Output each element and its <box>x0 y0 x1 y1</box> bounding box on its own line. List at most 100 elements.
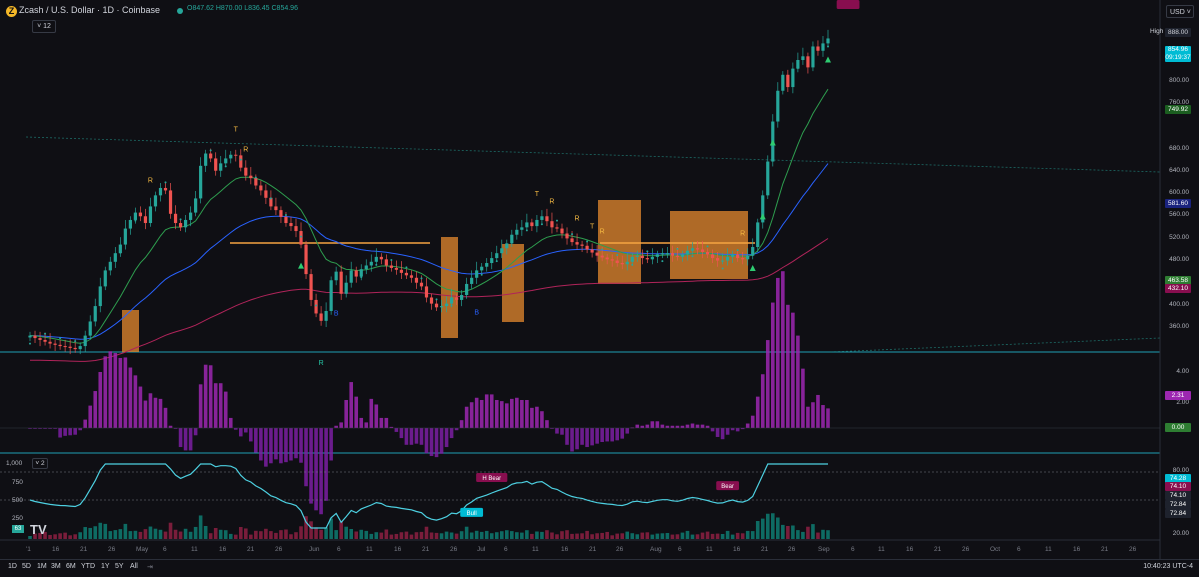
candle-body[interactable] <box>108 261 112 271</box>
candle-body[interactable] <box>565 233 569 239</box>
candle-body[interactable] <box>726 256 730 261</box>
candle-body[interactable] <box>123 228 127 245</box>
candle-body[interactable] <box>249 175 253 179</box>
candle-body[interactable] <box>660 253 664 255</box>
candle-body[interactable] <box>394 267 398 270</box>
candle-body[interactable] <box>600 255 604 258</box>
candle-body[interactable] <box>214 158 218 171</box>
candle-body[interactable] <box>640 255 644 259</box>
candle-body[interactable] <box>98 286 102 307</box>
candle-body[interactable] <box>364 265 368 270</box>
candle-body[interactable] <box>560 228 564 234</box>
tf-6m-button[interactable]: 6M <box>66 563 76 570</box>
candle-body[interactable] <box>133 212 137 220</box>
candle-body[interactable] <box>700 249 705 252</box>
candle-body[interactable] <box>33 335 37 339</box>
candle-body[interactable] <box>299 231 303 245</box>
indicators-toggle-button[interactable]: ˅ 12 <box>32 20 56 33</box>
rsi-line[interactable] <box>29 463 828 529</box>
candle-body[interactable] <box>665 253 669 255</box>
candle-body[interactable] <box>349 270 353 283</box>
candle-body[interactable] <box>806 56 810 68</box>
candle-body[interactable] <box>756 222 760 248</box>
candle-body[interactable] <box>43 339 47 342</box>
candle-body[interactable] <box>630 256 634 262</box>
candle-body[interactable] <box>244 167 248 176</box>
candle-body[interactable] <box>78 346 82 350</box>
candle-body[interactable] <box>590 249 594 253</box>
tf-5d-button[interactable]: 5D <box>22 563 31 570</box>
candle-body[interactable] <box>264 190 268 198</box>
candle-body[interactable] <box>434 303 439 308</box>
candle-body[interactable] <box>791 68 795 88</box>
candle-body[interactable] <box>741 258 745 260</box>
candle-body[interactable] <box>439 306 444 308</box>
currency-select[interactable]: USD ˅ <box>1166 5 1194 18</box>
candle-body[interactable] <box>53 343 57 345</box>
candle-body[interactable] <box>229 154 233 159</box>
symbol-title[interactable]: Zcash / U.S. Dollar · 1D · Coinbase <box>19 5 160 15</box>
candle-body[interactable] <box>460 295 464 300</box>
candle-body[interactable] <box>715 258 720 261</box>
candle-body[interactable] <box>354 270 358 277</box>
candle-body[interactable] <box>68 346 72 348</box>
candle-body[interactable] <box>731 254 735 257</box>
candle-body[interactable] <box>455 297 459 300</box>
candle-body[interactable] <box>605 257 609 260</box>
candle-body[interactable] <box>821 43 825 51</box>
candle-body[interactable] <box>816 46 820 51</box>
candle-body[interactable] <box>635 255 639 257</box>
candle-body[interactable] <box>811 46 815 68</box>
candle-body[interactable] <box>58 344 62 347</box>
candle-body[interactable] <box>289 223 293 227</box>
candle-body[interactable] <box>655 254 659 257</box>
candle-body[interactable] <box>746 255 750 260</box>
candle-body[interactable] <box>680 254 685 257</box>
candle-body[interactable] <box>515 229 519 235</box>
candle-body[interactable] <box>495 253 499 259</box>
candle-body[interactable] <box>580 244 584 246</box>
candle-body[interactable] <box>324 311 328 321</box>
candle-body[interactable] <box>570 238 574 243</box>
candle-body[interactable] <box>449 297 454 304</box>
date-range-icon[interactable]: ⇥ <box>147 563 153 571</box>
candle-body[interactable] <box>319 313 323 321</box>
candle-body[interactable] <box>113 253 117 262</box>
candle-body[interactable] <box>525 222 529 228</box>
candle-body[interactable] <box>535 219 539 227</box>
candle-body[interactable] <box>500 248 504 254</box>
candle-body[interactable] <box>520 227 524 230</box>
candle-body[interactable] <box>555 227 559 229</box>
candle-body[interactable] <box>344 282 348 294</box>
candle-body[interactable] <box>409 275 414 278</box>
tf-5y-button[interactable]: 5Y <box>115 563 124 570</box>
candle-body[interactable] <box>786 74 790 88</box>
candle-body[interactable] <box>414 277 419 283</box>
candle-body[interactable] <box>163 187 168 191</box>
tf-1y-button[interactable]: 1Y <box>101 563 110 570</box>
candle-body[interactable] <box>128 219 132 229</box>
tf-ytd-button[interactable]: YTD <box>81 563 95 570</box>
candle-body[interactable] <box>801 56 805 60</box>
candle-body[interactable] <box>38 338 42 340</box>
candle-body[interactable] <box>419 282 424 287</box>
candle-body[interactable] <box>736 254 740 259</box>
candle-body[interactable] <box>826 38 830 44</box>
price-chart[interactable]: RTRTRRTRRRBBBullH BearBearBear <box>0 0 1199 576</box>
candle-body[interactable] <box>470 277 474 284</box>
candle-body[interactable] <box>485 263 489 267</box>
candle-body[interactable] <box>369 261 373 266</box>
tf-3m-button[interactable]: 3M <box>51 563 61 570</box>
candle-body[interactable] <box>620 263 624 265</box>
candle-body[interactable] <box>254 178 258 186</box>
candle-body[interactable] <box>209 153 213 159</box>
candle-body[interactable] <box>359 269 363 277</box>
candle-body[interactable] <box>384 259 388 266</box>
candle-body[interactable] <box>279 210 283 217</box>
candle-body[interactable] <box>645 258 649 260</box>
candle-body[interactable] <box>199 165 203 199</box>
candle-body[interactable] <box>389 265 393 268</box>
candle-body[interactable] <box>83 335 87 347</box>
candle-body[interactable] <box>234 154 238 156</box>
candle-body[interactable] <box>274 206 278 211</box>
